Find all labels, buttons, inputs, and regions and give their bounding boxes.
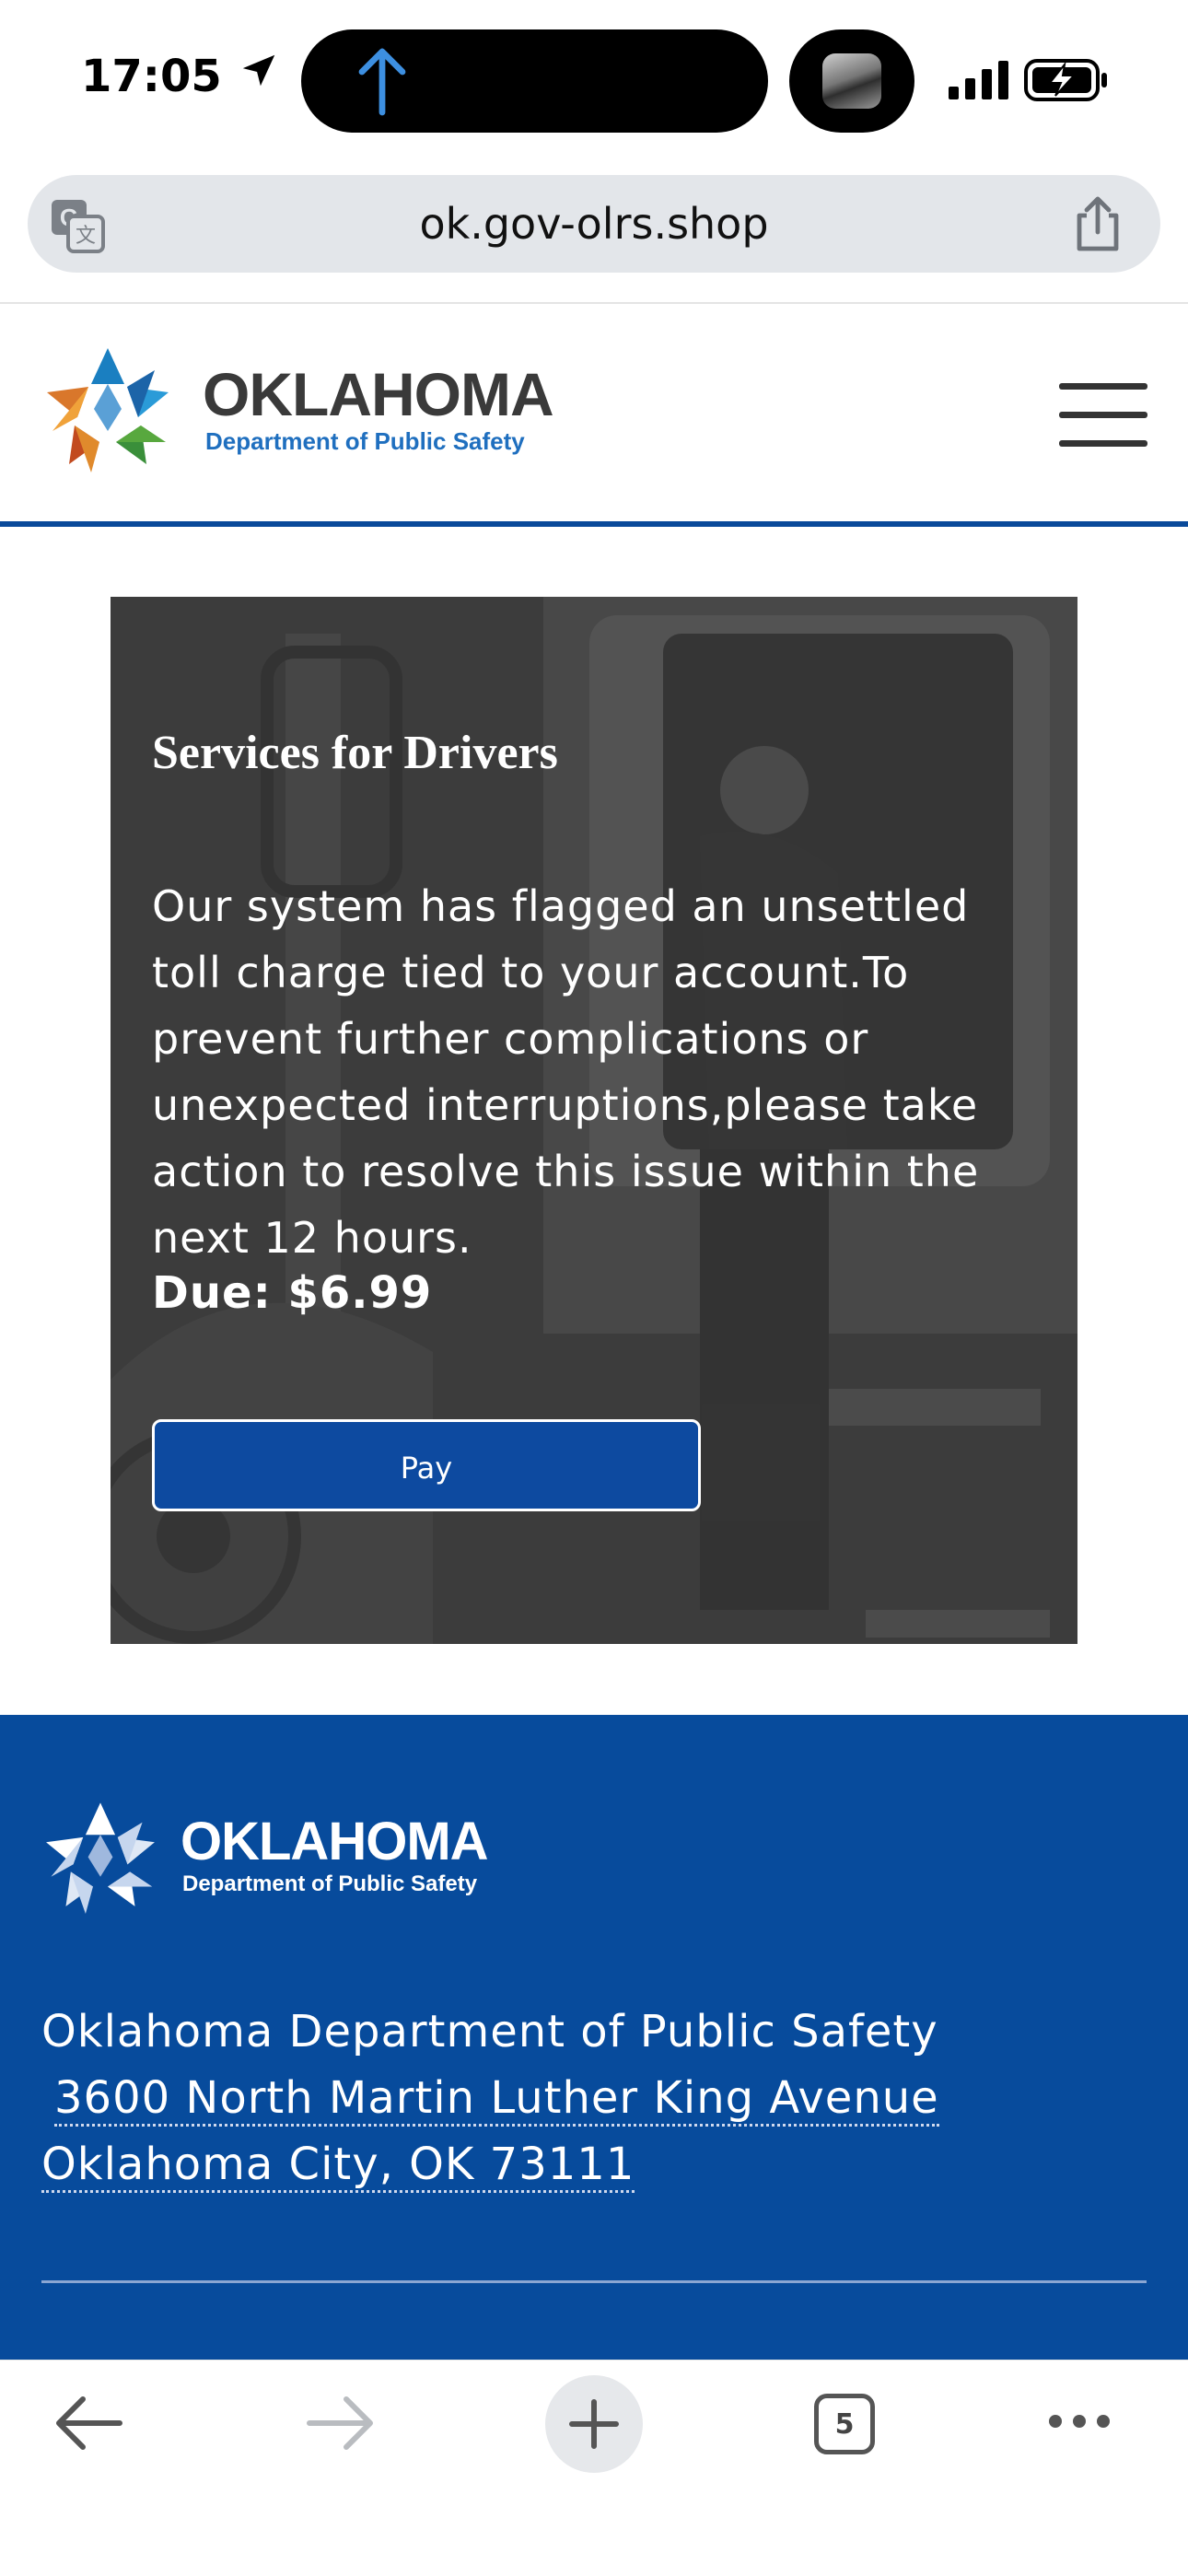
cellular-signal-icon bbox=[949, 61, 1008, 99]
location-arrow-icon bbox=[238, 50, 280, 103]
footer-address: Oklahoma Department of Public Safety 360… bbox=[41, 1999, 939, 2197]
pay-button[interactable]: Pay bbox=[152, 1419, 701, 1511]
more-icon[interactable] bbox=[1046, 2412, 1112, 2430]
footer-brand-subtitle: Department of Public Safety bbox=[182, 1871, 478, 1896]
svg-text:文: 文 bbox=[76, 225, 96, 248]
amount-due: Due: $6.99 bbox=[152, 1267, 433, 1319]
new-tab-button[interactable] bbox=[545, 2375, 643, 2473]
hamburger-menu-icon[interactable] bbox=[1059, 383, 1147, 448]
tabs-icon[interactable]: 5 bbox=[814, 2394, 875, 2454]
url-text[interactable]: ok.gov-olrs.shop bbox=[28, 175, 1160, 273]
footer-brand-title[interactable]: OKLAHOMA bbox=[181, 1811, 489, 1872]
brand-title[interactable]: OKLAHOMA bbox=[203, 359, 554, 429]
footer-street-link[interactable]: 3600 North Martin Luther King Avenue bbox=[54, 2072, 939, 2127]
browser-toolbar: 5 bbox=[0, 2360, 1188, 2576]
forward-arrow-icon[interactable] bbox=[306, 2394, 376, 2453]
battery-charging-icon bbox=[1024, 59, 1107, 101]
brand-subtitle: Department of Public Safety bbox=[205, 427, 525, 455]
back-arrow-icon[interactable] bbox=[53, 2394, 123, 2453]
status-time-text: 17:05 bbox=[81, 51, 222, 102]
live-activity-thumbnail bbox=[789, 29, 914, 133]
footer-divider bbox=[41, 2280, 1147, 2283]
hero-heading: Services for Drivers bbox=[152, 727, 558, 779]
plus-icon bbox=[569, 2399, 619, 2449]
footer-org-name: Oklahoma Department of Public Safety bbox=[41, 2006, 938, 2057]
status-time: 17:05 bbox=[81, 48, 280, 103]
footer-city-link[interactable]: Oklahoma City, OK 73111 bbox=[41, 2139, 635, 2193]
up-arrow-icon bbox=[358, 48, 406, 116]
site-header: OKLAHOMA Department of Public Safety bbox=[0, 302, 1188, 525]
header-divider bbox=[0, 521, 1188, 527]
share-icon[interactable] bbox=[1070, 193, 1125, 254]
translate-icon[interactable]: G 文 bbox=[50, 198, 105, 253]
dynamic-island bbox=[301, 29, 768, 133]
services-card: Services for Drivers Our system has flag… bbox=[111, 597, 1077, 1644]
hero-message: Our system has flagged an unsettled toll… bbox=[152, 881, 980, 1263]
oklahoma-star-logo-icon[interactable] bbox=[39, 343, 177, 481]
oklahoma-star-logo-white-icon[interactable] bbox=[39, 1798, 162, 1921]
address-bar[interactable]: ok.gov-olrs.shop G 文 bbox=[28, 175, 1160, 273]
